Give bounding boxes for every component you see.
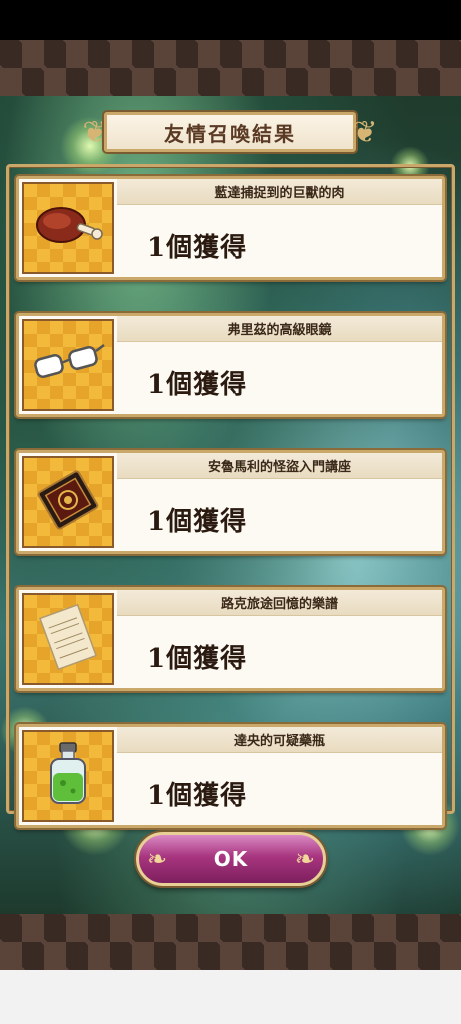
item-count: 1個獲得 <box>147 507 248 537</box>
reward-item-card: 藍達捕捉到的巨獸的肉 1個獲得 <box>16 176 445 280</box>
item-name: 達央的可疑藥瓶 <box>233 734 325 749</box>
item-name: 路克旅途回憶的樂譜 <box>220 597 338 612</box>
reward-item-card: 達央的可疑藥瓶 1個獲得 <box>16 724 445 828</box>
potion-bottle-icon <box>43 739 93 813</box>
meat-icon <box>33 201 103 255</box>
bottom-area <box>0 970 461 1024</box>
reward-item-card: 路克旅途回憶的樂譜 1個獲得 <box>16 587 445 691</box>
glasses-icon <box>30 343 106 387</box>
top-decor-band <box>0 40 461 96</box>
status-bar <box>0 0 461 40</box>
swirl-right-icon: ❧ <box>294 845 315 873</box>
sheet-music-icon <box>36 602 100 676</box>
reward-item-card: 安魯馬利的怪盜入門講座 1個獲得 <box>16 450 445 554</box>
title-banner: 友情召喚結果 <box>104 112 356 152</box>
item-name-bar: 弗里茲的高級眼鏡 <box>117 316 442 342</box>
bottom-decor-band <box>0 914 461 970</box>
item-count: 1個獲得 <box>147 644 248 674</box>
item-icon-box <box>22 730 114 822</box>
page-title: 友情召喚結果 <box>164 121 296 146</box>
item-name: 藍達捕捉到的巨獸的肉 <box>214 186 345 201</box>
item-name: 安魯馬利的怪盜入門講座 <box>207 460 351 475</box>
book-icon <box>33 465 103 539</box>
item-count: 1個獲得 <box>147 233 248 263</box>
item-icon-box <box>22 182 114 274</box>
item-count: 1個獲得 <box>147 370 248 400</box>
reward-item-card: 弗里茲的高級眼鏡 1個獲得 <box>16 313 445 417</box>
swirl-left-icon: ❧ <box>147 845 168 873</box>
item-icon-box <box>22 456 114 548</box>
scroll-ornament-right-icon: ❦ <box>352 114 378 150</box>
item-count: 1個獲得 <box>147 781 248 811</box>
item-name-bar: 達央的可疑藥瓶 <box>117 727 442 753</box>
item-icon-box <box>22 593 114 685</box>
item-name-bar: 路克旅途回憶的樂譜 <box>117 590 442 616</box>
item-icon-box <box>22 319 114 411</box>
ok-button[interactable]: ❧ OK ❧ <box>136 832 326 886</box>
item-name-bar: 藍達捕捉到的巨獸的肉 <box>117 179 442 205</box>
item-name: 弗里茲的高級眼鏡 <box>227 323 332 338</box>
item-name-bar: 安魯馬利的怪盜入門講座 <box>117 453 442 479</box>
ok-button-label: OK <box>213 847 249 871</box>
